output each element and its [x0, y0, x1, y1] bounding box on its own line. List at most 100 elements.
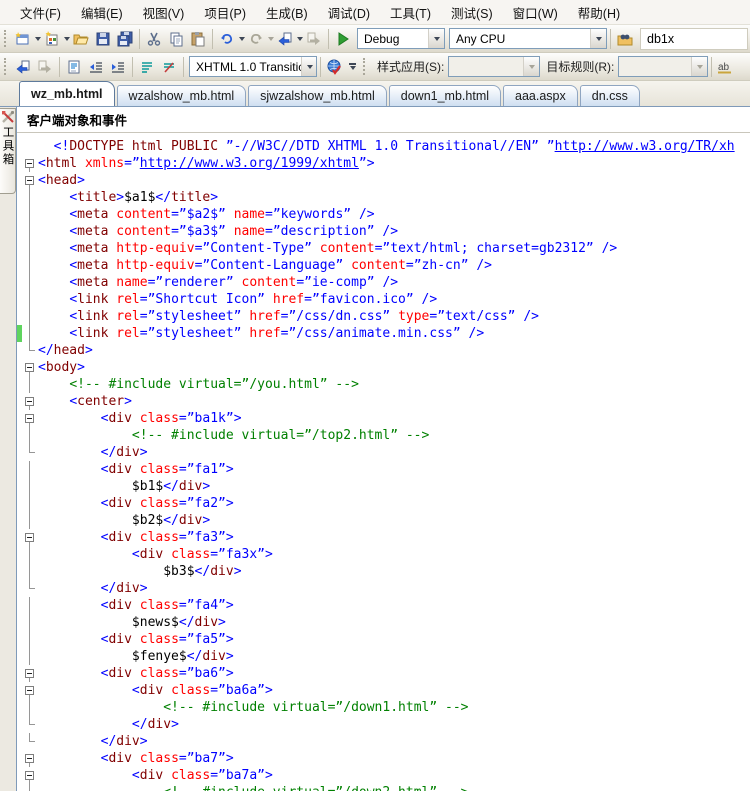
- menu-item[interactable]: 项目(P): [194, 0, 256, 26]
- code-line[interactable]: <center>: [17, 393, 750, 410]
- code-line[interactable]: <body>: [17, 359, 750, 376]
- code-line[interactable]: <div class=”ba7a”>: [17, 767, 750, 784]
- document-tab[interactable]: sjwzalshow_mb.html: [248, 85, 387, 106]
- find-combo-input[interactable]: [640, 28, 748, 50]
- fold-margin[interactable]: [22, 359, 38, 376]
- code-line[interactable]: <div class=”fa3”>: [17, 529, 750, 546]
- fold-collapse-box[interactable]: [25, 754, 34, 763]
- menu-item[interactable]: 窗口(W): [503, 0, 568, 26]
- new-project-button[interactable]: [12, 28, 34, 50]
- save-button[interactable]: [92, 28, 114, 50]
- code-line[interactable]: <!DOCTYPE html PUBLIC ”-//W3C//DTD XHTML…: [17, 138, 750, 155]
- undo-button[interactable]: [216, 28, 238, 50]
- redo-button[interactable]: [245, 28, 267, 50]
- combo-arrow-button[interactable]: [590, 29, 606, 48]
- comment-selection-button[interactable]: [136, 56, 158, 78]
- fold-collapse-box[interactable]: [25, 533, 34, 542]
- fold-margin[interactable]: [22, 172, 38, 189]
- document-tab[interactable]: dn.css: [580, 85, 640, 106]
- format-document-button[interactable]: [63, 56, 85, 78]
- menu-item[interactable]: 生成(B): [256, 0, 318, 26]
- code-line[interactable]: <div class=”fa3x”>: [17, 546, 750, 563]
- code-line[interactable]: <link rel=”stylesheet” href=”/css/animat…: [17, 325, 750, 342]
- fold-margin[interactable]: [22, 750, 38, 767]
- toolbar-grip[interactable]: [4, 58, 8, 75]
- menu-item[interactable]: 工具(T): [380, 0, 441, 26]
- fold-margin[interactable]: [22, 393, 38, 410]
- fold-collapse-box[interactable]: [25, 414, 34, 423]
- code-surface[interactable]: <!DOCTYPE html PUBLIC ”-//W3C//DTD XHTML…: [17, 133, 750, 791]
- save-all-button[interactable]: [114, 28, 136, 50]
- code-line[interactable]: <div class=”ba7”>: [17, 750, 750, 767]
- add-item-button[interactable]: [41, 28, 63, 50]
- decrease-indent-button[interactable]: [85, 56, 107, 78]
- menu-item[interactable]: 测试(S): [441, 0, 503, 26]
- combo-arrow-button[interactable]: [691, 57, 707, 76]
- code-line[interactable]: <link rel=”stylesheet” href=”/css/dn.css…: [17, 308, 750, 325]
- code-line[interactable]: <!-- #include virtual=”/top2.html” -->: [17, 427, 750, 444]
- code-line[interactable]: <div class=”ba6a”>: [17, 682, 750, 699]
- fold-margin[interactable]: [22, 155, 38, 172]
- code-line[interactable]: <div class=”fa5”>: [17, 631, 750, 648]
- fold-collapse-box[interactable]: [25, 771, 34, 780]
- code-line[interactable]: <meta name=”renderer” content=”ie-comp” …: [17, 274, 750, 291]
- apply-styles-combo[interactable]: [448, 56, 540, 77]
- fold-margin[interactable]: [22, 682, 38, 699]
- code-line[interactable]: <title>$a1$</title>: [17, 189, 750, 206]
- code-line[interactable]: $news$</div>: [17, 614, 750, 631]
- code-line[interactable]: </div>: [17, 733, 750, 750]
- code-line[interactable]: $b1$</div>: [17, 478, 750, 495]
- open-file-button[interactable]: [70, 28, 92, 50]
- code-line[interactable]: <meta http-equiv=”Content-Language” cont…: [17, 257, 750, 274]
- fold-collapse-box[interactable]: [25, 159, 34, 168]
- fold-collapse-box[interactable]: [25, 669, 34, 678]
- doctype-validation-combo[interactable]: XHTML 1.0 Transitic: [189, 56, 317, 77]
- toolbar-overflow-button[interactable]: [349, 63, 356, 70]
- code-line[interactable]: <div class=”fa1”>: [17, 461, 750, 478]
- fold-collapse-box[interactable]: [25, 397, 34, 406]
- code-line[interactable]: </div>: [17, 580, 750, 597]
- navigate-backward-button-2[interactable]: [12, 56, 34, 78]
- code-line[interactable]: <meta http-equiv=”Content-Type” content=…: [17, 240, 750, 257]
- editor-navigation-bar[interactable]: 客户端对象和事件: [17, 107, 750, 133]
- navigate-forward-button-2[interactable]: [34, 56, 56, 78]
- code-line[interactable]: <meta content=”$a2$” name=”keywords” />: [17, 206, 750, 223]
- code-line[interactable]: <div class=”ba6”>: [17, 665, 750, 682]
- toolbox-collapsed-tab[interactable]: 工具箱: [0, 108, 16, 194]
- copy-button[interactable]: [165, 28, 187, 50]
- solution-platform-combo[interactable]: Any CPU: [449, 28, 607, 49]
- start-debugging-button[interactable]: [332, 28, 354, 50]
- menu-item[interactable]: 调试(D): [318, 0, 380, 26]
- code-line[interactable]: <div class=”fa2”>: [17, 495, 750, 512]
- code-line[interactable]: </div>: [17, 716, 750, 733]
- menu-item[interactable]: 帮助(H): [568, 0, 630, 26]
- navigate-forward-button[interactable]: [303, 28, 325, 50]
- menu-item[interactable]: 视图(V): [133, 0, 195, 26]
- fold-margin[interactable]: [22, 665, 38, 682]
- document-tab[interactable]: down1_mb.html: [389, 85, 501, 106]
- check-page-accessibility-button[interactable]: [324, 56, 346, 78]
- code-line[interactable]: $b3$</div>: [17, 563, 750, 580]
- document-tab[interactable]: aaa.aspx: [503, 85, 578, 106]
- fold-collapse-box[interactable]: [25, 176, 34, 185]
- increase-indent-button[interactable]: [107, 56, 129, 78]
- code-line[interactable]: <div class=”fa4”>: [17, 597, 750, 614]
- combo-arrow-button[interactable]: [428, 29, 444, 48]
- code-line[interactable]: <link rel=”Shortcut Icon” href=”favicon.…: [17, 291, 750, 308]
- uncomment-selection-button[interactable]: [158, 56, 180, 78]
- document-tab[interactable]: wz_mb.html: [19, 81, 115, 106]
- document-tab[interactable]: wzalshow_mb.html: [117, 85, 247, 106]
- fold-margin[interactable]: [22, 529, 38, 546]
- fold-collapse-box[interactable]: [25, 686, 34, 695]
- code-line[interactable]: <head>: [17, 172, 750, 189]
- fold-margin[interactable]: [22, 410, 38, 427]
- combo-arrow-button[interactable]: [301, 57, 316, 76]
- fold-collapse-box[interactable]: [25, 363, 34, 372]
- combo-arrow-button[interactable]: [523, 57, 539, 76]
- solution-configuration-combo[interactable]: Debug: [357, 28, 445, 49]
- target-rule-combo[interactable]: [618, 56, 708, 77]
- code-line[interactable]: </head>: [17, 342, 750, 359]
- find-in-files-button[interactable]: [614, 28, 636, 50]
- paste-button[interactable]: [187, 28, 209, 50]
- fold-margin[interactable]: [22, 767, 38, 784]
